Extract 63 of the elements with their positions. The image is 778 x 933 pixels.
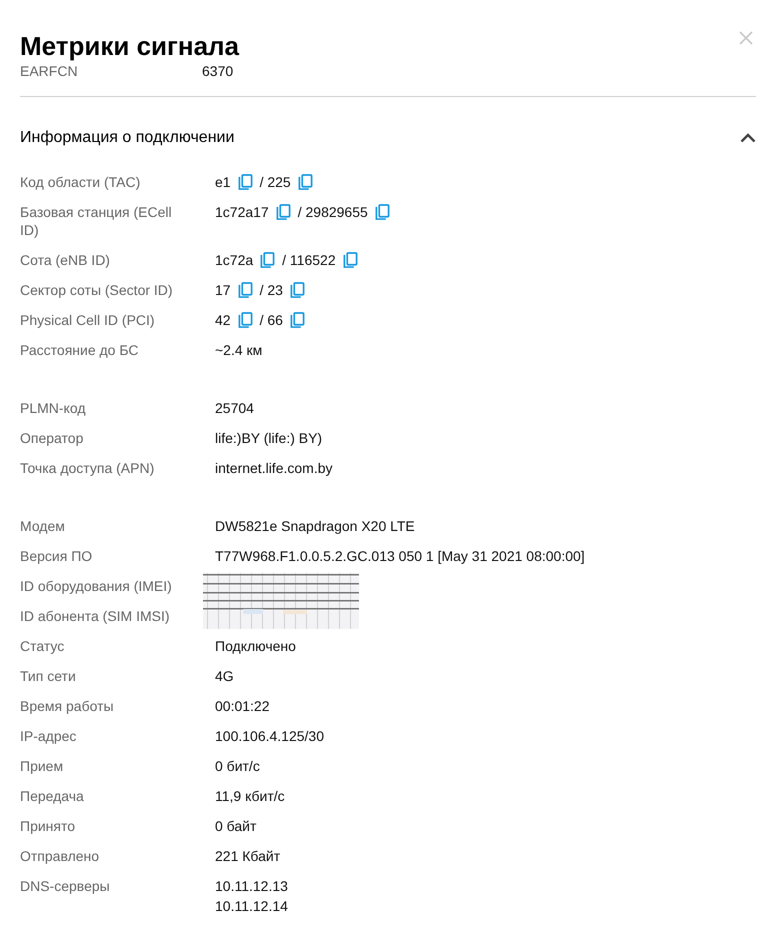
close-button[interactable]: [738, 30, 754, 46]
row-value: 10.11.12.14: [215, 897, 288, 915]
row-label: DNS-серверы: [20, 877, 111, 896]
section-header[interactable]: Информация о подключении: [20, 123, 758, 153]
row-label: Сота (eNB ID): [20, 251, 111, 269]
row-label: Прием: [20, 757, 64, 775]
copy-icon[interactable]: [374, 204, 390, 220]
row-label: Передача: [20, 787, 85, 805]
row-value: / 23: [260, 281, 283, 299]
row-value: 221 Кбайт: [215, 847, 280, 865]
row-value: 0 бит/с: [215, 757, 260, 775]
row-value: / 116522: [282, 251, 336, 269]
row-label: Версия ПО: [20, 547, 94, 565]
row-label: Базовая станция (ECell ID): [20, 203, 173, 239]
row-label: PLMN-код: [20, 399, 86, 417]
copy-icon[interactable]: [238, 174, 253, 190]
copy-icon[interactable]: [298, 174, 313, 190]
row-label: Physical Cell ID (PCI): [20, 311, 156, 329]
row-value: 11,9 кбит/с: [215, 787, 285, 805]
row-label: Статус: [20, 637, 66, 655]
copy-icon[interactable]: [342, 252, 358, 268]
copy-icon[interactable]: [276, 204, 291, 220]
row-value: 1c72a17: [215, 203, 269, 221]
row-label: EARFCN: [20, 62, 79, 80]
row-value: 1c72a: [215, 251, 254, 269]
row-value: / 29829655: [298, 203, 368, 221]
row-value: Подключено: [215, 637, 296, 655]
row-value: 42: [215, 311, 231, 329]
row-label: Сектор соты (Sector ID): [20, 281, 174, 299]
row-label: Расстояние до БС: [20, 341, 140, 359]
row-label: Тип сети: [20, 667, 77, 685]
row-value: ~2.4 км: [215, 341, 262, 359]
row-label: Принято: [20, 817, 76, 835]
row-label: ID оборудования (IMEI): [20, 577, 173, 595]
row-value: 0 байт: [215, 817, 256, 835]
copy-icon[interactable]: [260, 252, 276, 268]
row-value: life:)BY (life:) BY): [215, 429, 322, 447]
copy-icon[interactable]: [290, 282, 305, 298]
row-label: Модем: [20, 517, 66, 535]
dialog-title: Метрики сигнала: [20, 30, 240, 62]
row-value: 6370: [202, 62, 234, 80]
row-label: Время работы: [20, 697, 115, 715]
row-value: 4G: [215, 667, 234, 685]
row-label: Оператор: [20, 429, 84, 447]
row-value: T77W968.F1.0.0.5.2.GC.013 050 1 [May 31 2021 08:00:00]: [215, 547, 585, 565]
row-value: DW5821e Snapdragon X20 LTE: [215, 517, 415, 535]
row-value: internet.life.com.by: [215, 459, 332, 477]
row-label: Код области (TAC): [20, 173, 142, 191]
row-value: 17: [215, 281, 231, 299]
row-value: 25704: [215, 399, 254, 417]
row-value: 100.106.4.125/30: [215, 727, 324, 745]
copy-icon[interactable]: [238, 282, 253, 298]
row-value: / 225: [260, 173, 291, 191]
row-value: / 66: [260, 311, 283, 329]
row-label: Отправлено: [20, 847, 100, 865]
row-label: IP-адрес: [20, 727, 78, 745]
row-label: Точка доступа (APN): [20, 459, 156, 477]
row-label: ID абонента (SIM IMSI): [20, 607, 171, 625]
copy-icon[interactable]: [238, 312, 253, 328]
copy-icon[interactable]: [290, 312, 305, 328]
row-value: 00:01:22: [215, 697, 270, 715]
row-value: 10.11.12.13: [215, 877, 288, 895]
row-value: e1: [215, 173, 231, 191]
